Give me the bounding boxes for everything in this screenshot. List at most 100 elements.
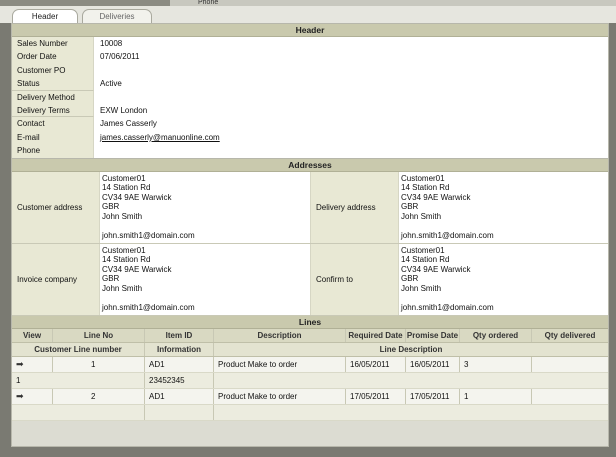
invoice-company-label: Invoice company xyxy=(12,243,100,315)
header-section-title: Header xyxy=(12,24,608,37)
field-order-date: Order Date 07/06/2011 xyxy=(12,50,608,64)
address-line: CV34 9AE Warwick xyxy=(401,264,471,274)
col-required-date[interactable]: Required Date xyxy=(346,328,406,342)
address-line: CV34 9AE Warwick xyxy=(102,264,172,274)
address-line: GBR xyxy=(102,274,120,284)
field-customer-po: Customer PO xyxy=(12,63,608,78)
field-value: 10008 xyxy=(100,39,123,48)
address-line: CV34 9AE Warwick xyxy=(102,192,172,202)
promise-date: 17/05/2011 xyxy=(406,388,460,404)
information xyxy=(145,404,214,420)
field-delivery-terms: Delivery Terms EXW London xyxy=(12,103,608,118)
address-line: CV34 9AE Warwick xyxy=(401,192,471,202)
qty-delivered xyxy=(532,357,608,372)
address-line: John Smith xyxy=(102,283,143,293)
field-label: Phone xyxy=(12,144,94,158)
field-value: James Casserly xyxy=(100,119,157,129)
tab-header[interactable]: Header xyxy=(12,9,78,24)
address-line: john.smith1@domain.com xyxy=(401,303,494,313)
address-line: John Smith xyxy=(401,211,442,221)
col-item-id[interactable]: Item ID xyxy=(145,328,214,342)
invoice-company-value: Customer01 14 Station Rd CV34 9AE Warwic… xyxy=(100,244,310,315)
line-no: 2 xyxy=(53,388,145,404)
required-date: 16/05/2011 xyxy=(346,356,406,372)
information: 23452345 xyxy=(145,372,214,388)
tab-deliveries[interactable]: Deliveries xyxy=(82,9,152,23)
lines-section-title: Lines xyxy=(12,315,608,329)
address-line: John Smith xyxy=(401,283,442,293)
qty-ordered: 1 xyxy=(460,388,532,404)
email-link[interactable]: james.casserly@manuonline.com xyxy=(94,131,220,144)
field-phone: Phone xyxy=(12,144,608,158)
qty-ordered: 3 xyxy=(460,356,532,372)
address-line xyxy=(401,293,608,303)
field-value xyxy=(94,144,100,157)
description: Product Make to order xyxy=(214,356,346,372)
field-value: Active xyxy=(100,79,122,89)
address-line xyxy=(102,221,310,231)
line-no: 1 xyxy=(53,356,145,372)
table-row: ➡ 1 AD1 Product Make to order 16/05/2011… xyxy=(12,356,608,373)
address-line: GBR xyxy=(401,202,419,212)
tab-bar: Header Deliveries xyxy=(0,6,616,24)
col-description[interactable]: Description xyxy=(214,328,346,342)
delivery-address-value: Customer01 14 Station Rd CV34 9AE Warwic… xyxy=(399,172,608,243)
header-fields: Sales Number 10008 Order Date 07/06/2011 C… xyxy=(12,37,608,159)
required-date: 17/05/2011 xyxy=(346,388,406,404)
lines-header-row: View Line No Item ID Description Require… xyxy=(12,328,608,343)
order-panel: Header Sales Number 10008 Order Date 07/06… xyxy=(11,23,609,447)
qty-delivered xyxy=(532,389,608,404)
field-value xyxy=(94,91,100,104)
address-line: john.smith1@domain.com xyxy=(102,303,195,313)
line-description xyxy=(214,373,608,388)
customer-address-label: Customer address xyxy=(12,171,100,243)
address-line: Customer01 xyxy=(401,245,445,255)
table-row: 1 23452345 xyxy=(12,372,608,389)
field-label: Customer PO xyxy=(12,63,94,78)
col-promise-date[interactable]: Promise Date xyxy=(406,328,460,342)
address-line: Customer01 xyxy=(401,173,445,183)
view-arrow-icon[interactable]: ➡ xyxy=(12,388,53,404)
address-line: Customer01 xyxy=(102,173,146,183)
item-id: AD1 xyxy=(145,356,214,372)
field-label: Status xyxy=(12,77,94,91)
item-id: AD1 xyxy=(145,388,214,404)
field-contact: Contact James Casserly xyxy=(12,117,608,131)
addresses-section-title: Addresses xyxy=(12,158,608,172)
address-line: 14 Station Rd xyxy=(102,183,151,193)
field-label: Delivery Method xyxy=(12,90,94,104)
col-customer-line-number[interactable]: Customer Line number xyxy=(12,342,145,356)
col-line-no[interactable]: Line No xyxy=(53,328,145,342)
address-line: john.smith1@domain.com xyxy=(102,231,195,241)
field-label: E-mail xyxy=(12,130,94,145)
col-qty-delivered[interactable]: Qty delivered xyxy=(532,329,608,342)
col-line-description[interactable]: Line Description xyxy=(214,343,608,356)
address-line: 14 Station Rd xyxy=(401,255,450,265)
confirm-to-value: Customer01 14 Station Rd CV34 9AE Warwic… xyxy=(399,244,608,315)
field-delivery-method: Delivery Method xyxy=(12,90,608,104)
col-view[interactable]: View xyxy=(12,328,53,342)
address-row-2: Invoice company Customer01 14 Station Rd… xyxy=(12,243,608,316)
confirm-to-label: Confirm to xyxy=(310,243,399,315)
delivery-address-label: Delivery address xyxy=(310,171,399,243)
address-line: 14 Station Rd xyxy=(102,255,151,265)
col-information[interactable]: Information xyxy=(145,342,214,356)
customer-address-value: Customer01 14 Station Rd CV34 9AE Warwic… xyxy=(100,172,310,243)
promise-date: 16/05/2011 xyxy=(406,356,460,372)
view-arrow-icon[interactable]: ➡ xyxy=(12,356,53,372)
lines-subheader-row: Customer Line number Information Line De… xyxy=(12,342,608,357)
field-label: Order Date xyxy=(12,50,94,64)
address-line: john.smith1@domain.com xyxy=(401,231,494,241)
field-value: EXW London xyxy=(100,105,148,115)
field-label: Contact xyxy=(12,117,94,131)
table-row xyxy=(12,404,608,421)
line-description xyxy=(214,405,608,420)
field-value xyxy=(94,64,100,77)
field-label: Delivery Terms xyxy=(12,103,94,118)
field-email: E-mail james.casserly@manuonline.com xyxy=(12,130,608,145)
address-line: GBR xyxy=(401,274,419,284)
table-row: ➡ 2 AD1 Product Make to order 17/05/2011… xyxy=(12,388,608,405)
field-value: 07/06/2011 xyxy=(100,52,140,62)
col-qty-ordered[interactable]: Qty ordered xyxy=(460,328,532,342)
address-row-1: Customer address Customer01 14 Station R… xyxy=(12,171,608,244)
